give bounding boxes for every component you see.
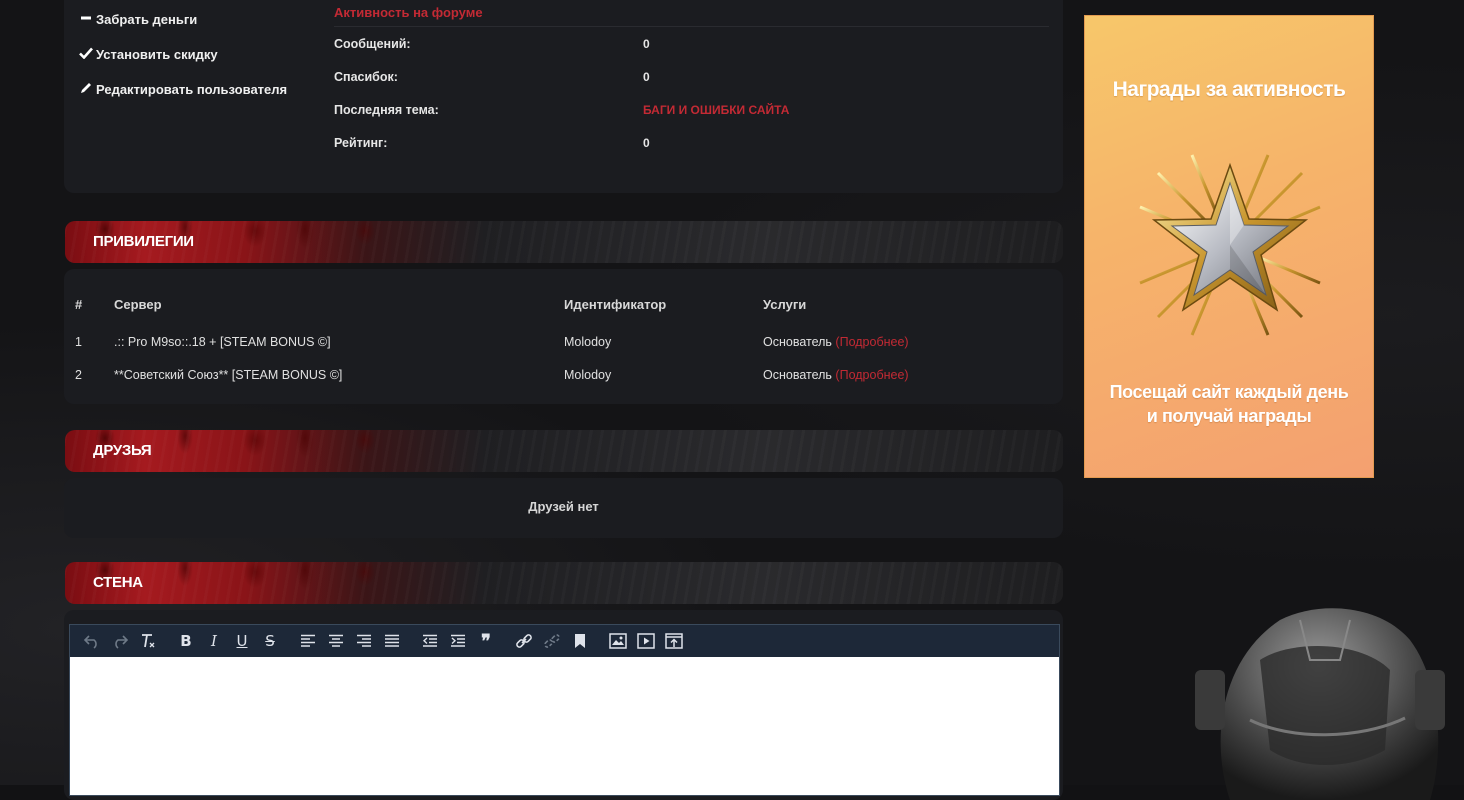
friends-panel: Друзей нет [64,478,1063,538]
stat-thanks: Спасибок: 0 [334,60,1049,93]
align-justify-icon[interactable] [378,627,406,655]
profile-panel: Забрать деньги Установить скидку Редакти… [64,0,1063,193]
last-topic-link[interactable]: БАГИ И ОШИБКИ САЙТА [643,103,789,117]
check-icon [78,47,94,62]
set-discount-button[interactable]: Установить скидку [76,37,316,72]
set-discount-label: Установить скидку [96,47,218,62]
activity-rewards-banner[interactable]: Награды за активность Посещай сайт кажды… [1084,15,1374,478]
align-right-icon[interactable] [350,627,378,655]
service-cell: Основатель (Подробнее) [763,368,909,382]
pencil-icon [78,81,94,98]
bookmark-icon[interactable] [566,627,594,655]
quote-icon[interactable]: ❞ [472,627,500,655]
column-header: Сервер [114,296,162,312]
indent-icon[interactable] [444,627,472,655]
identifier: Molodoy [564,368,612,382]
wall-editor: B I U S ❞ [69,624,1060,796]
service-cell: Основатель (Подробнее) [763,335,909,349]
edit-user-label: Редактировать пользователя [96,82,288,97]
row-number: 2 [75,368,82,382]
edit-user-button[interactable]: Редактировать пользователя [76,72,316,107]
upload-icon[interactable] [660,627,688,655]
no-friends-text: Друзей нет [528,499,599,514]
service-name: Основатель [763,335,832,349]
column-header: Идентификатор [564,296,667,312]
stat-rating: Рейтинг: 0 [334,126,1049,159]
undo-icon[interactable] [78,627,106,655]
stat-messages: Сообщений: 0 [334,27,1049,60]
banner-title: Награды за активность [1112,78,1346,101]
stat-value: 0 [643,69,650,84]
privileges-title: ПРИВИЛЕГИИ [93,233,194,250]
minus-icon [78,12,94,27]
server-name: **Советский Союз** [STEAM BONUS ©] [114,368,343,382]
bold-icon[interactable]: B [172,627,200,655]
strikethrough-icon[interactable]: S [256,627,284,655]
outdent-icon[interactable] [416,627,444,655]
stat-label: Спасибок: [334,69,398,84]
stat-label: Последняя тема: [334,102,439,117]
column-header: Услуги [763,296,807,312]
wall-header: СТЕНА [65,562,1063,604]
identifier: Molodoy [564,335,612,349]
stat-label: Сообщений: [334,36,411,51]
forum-activity-title: Активность на форуме [334,0,1049,27]
privileges-panel: # Сервер Идентификатор Услуги 1 .:: Pro … [64,269,1063,404]
table-header-row: # Сервер Идентификатор Услуги [64,294,1063,314]
details-link[interactable]: (Подробнее) [835,368,908,382]
stat-value: 0 [643,135,650,150]
withdraw-money-button[interactable]: Забрать деньги [76,2,316,37]
image-icon[interactable] [604,627,632,655]
link-icon[interactable] [510,627,538,655]
redo-icon[interactable] [106,627,134,655]
unlink-icon[interactable] [538,627,566,655]
underline-icon[interactable]: U [228,627,256,655]
forum-activity: Активность на форуме Сообщений: 0 Спасиб… [334,0,1049,159]
wall-panel: B I U S ❞ [64,610,1063,800]
editor-toolbar: B I U S ❞ [70,625,1059,657]
clear-format-icon[interactable] [134,627,162,655]
friends-header: ДРУЗЬЯ [65,430,1063,472]
banner-subtitle: Посещай сайт каждый день и получай награ… [1109,382,1349,426]
row-number: 1 [75,335,82,349]
stat-value: 0 [643,36,650,51]
italic-icon[interactable]: I [200,627,228,655]
helmet-image [1195,608,1445,800]
server-name: .:: Pro M9so::.18 + [STEAM BONUS ©] [114,335,331,349]
stat-label: Рейтинг: [334,135,388,150]
table-row: 2 **Советский Союз** [STEAM BONUS ©] Mol… [64,365,1063,385]
align-center-icon[interactable] [322,627,350,655]
details-link[interactable]: (Подробнее) [835,335,908,349]
star-medal-icon [1132,147,1328,343]
video-icon[interactable] [632,627,660,655]
service-name: Основатель [763,368,832,382]
profile-actions: Забрать деньги Установить скидку Редакти… [76,2,316,107]
align-left-icon[interactable] [294,627,322,655]
stat-last-topic: Последняя тема: БАГИ И ОШИБКИ САЙТА [334,93,1049,126]
friends-title: ДРУЗЬЯ [93,442,152,459]
table-row: 1 .:: Pro M9so::.18 + [STEAM BONUS ©] Mo… [64,332,1063,352]
withdraw-money-label: Забрать деньги [96,12,198,27]
wall-title: СТЕНА [93,574,143,591]
wall-editor-input[interactable] [70,658,1059,795]
privileges-header: ПРИВИЛЕГИИ [65,221,1063,263]
column-header: # [75,296,83,312]
